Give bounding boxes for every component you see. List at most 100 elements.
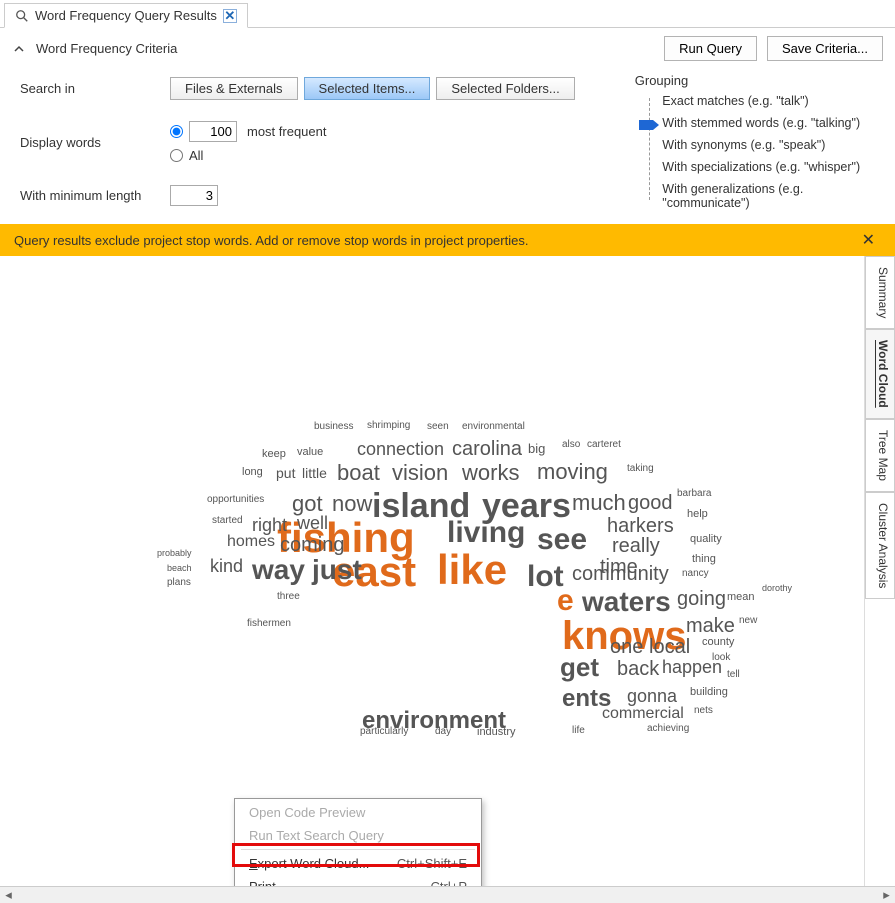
cloud-word[interactable]: boat — [337, 462, 380, 484]
cloud-word[interactable]: get — [560, 654, 599, 680]
grouping-option[interactable]: With specializations (e.g. "whisper") — [662, 160, 875, 174]
close-icon[interactable]: ✕ — [856, 230, 881, 250]
scroll-right-icon[interactable]: ▸ — [878, 887, 895, 903]
cloud-word[interactable]: put — [276, 466, 295, 480]
cloud-word[interactable]: thing — [692, 554, 716, 565]
cloud-word[interactable]: really — [612, 536, 660, 556]
tab-tree-map[interactable]: Tree Map — [865, 419, 895, 492]
cloud-word[interactable]: value — [297, 447, 323, 458]
cloud-word[interactable]: going — [677, 589, 726, 609]
save-criteria-button[interactable]: Save Criteria... — [767, 36, 883, 61]
grouping-option[interactable]: Exact matches (e.g. "talk") — [662, 94, 875, 108]
cloud-word[interactable]: little — [302, 466, 327, 480]
cloud-word[interactable]: barbara — [677, 489, 711, 499]
cloud-word[interactable]: county — [702, 637, 734, 648]
count-input[interactable] — [189, 121, 237, 142]
cloud-word[interactable]: got — [292, 493, 323, 515]
cloud-word[interactable]: life — [572, 726, 585, 736]
cloud-word[interactable]: nancy — [682, 569, 709, 579]
cloud-word[interactable]: keep — [262, 449, 286, 460]
cloud-word[interactable]: vision — [392, 462, 448, 484]
cloud-word[interactable]: gonna — [627, 687, 677, 705]
grouping-option[interactable]: With stemmed words (e.g. "talking") — [662, 116, 875, 130]
chevron-up-icon[interactable] — [12, 42, 26, 56]
cloud-word[interactable]: three — [277, 592, 300, 602]
grouping-option[interactable]: With synonyms (e.g. "speak") — [662, 138, 875, 152]
cloud-word[interactable]: opportunities — [207, 495, 264, 505]
ctx-export-word-cloud[interactable]: Export Word Cloud...Ctrl+Shift+E — [235, 852, 481, 875]
cloud-word[interactable]: right — [252, 516, 287, 534]
cloud-word[interactable]: particularly — [360, 727, 408, 737]
cloud-word[interactable]: also — [562, 440, 580, 450]
cloud-word[interactable]: just — [312, 556, 362, 584]
cloud-word[interactable]: long — [242, 467, 263, 478]
cloud-word[interactable]: connection — [357, 440, 444, 458]
cloud-word[interactable]: way — [252, 556, 305, 584]
cloud-word[interactable]: fishermen — [247, 619, 291, 629]
cloud-word[interactable]: achieving — [647, 724, 689, 734]
cloud-word[interactable]: living — [447, 518, 525, 548]
cloud-word[interactable]: one — [610, 637, 643, 657]
slider-thumb-icon[interactable] — [639, 118, 659, 128]
cloud-word[interactable]: commercial — [602, 706, 684, 722]
cloud-word[interactable]: carolina — [452, 439, 522, 459]
cloud-word[interactable]: taking — [627, 464, 654, 474]
cloud-word[interactable]: new — [739, 616, 757, 626]
min-length-input[interactable] — [170, 185, 218, 206]
cloud-word[interactable]: now — [332, 493, 372, 515]
cloud-word[interactable]: moving — [537, 461, 608, 483]
cloud-word[interactable]: good — [628, 493, 673, 513]
cloud-word[interactable]: make — [686, 616, 735, 636]
cloud-word[interactable]: waters — [582, 588, 671, 616]
cloud-word[interactable]: industry — [477, 727, 516, 738]
tab-word-cloud[interactable]: Word Cloud — [865, 329, 895, 419]
cloud-word[interactable]: see — [537, 525, 587, 555]
run-query-button[interactable]: Run Query — [664, 36, 757, 61]
scroll-left-icon[interactable]: ◂ — [0, 887, 17, 903]
cloud-word[interactable]: day — [435, 727, 451, 737]
word-cloud-canvas[interactable]: fishingeastlikeknowsislandyearslivingsee… — [0, 256, 865, 886]
tab-summary[interactable]: Summary — [865, 256, 895, 329]
cloud-word[interactable]: plans — [167, 578, 191, 588]
tab-cluster-analysis[interactable]: Cluster Analysis — [865, 492, 895, 599]
cloud-word[interactable]: seen — [427, 422, 449, 432]
cloud-word[interactable]: mean — [727, 592, 755, 603]
cloud-word[interactable]: quality — [690, 534, 722, 545]
cloud-word[interactable]: much — [572, 492, 626, 514]
cloud-word[interactable]: help — [687, 509, 708, 520]
cloud-word[interactable]: nets — [694, 706, 713, 716]
cloud-word[interactable]: beach — [167, 564, 192, 573]
selected-items-button[interactable]: Selected Items... — [304, 77, 431, 100]
cloud-word[interactable]: carteret — [587, 440, 621, 450]
cloud-word[interactable]: probably — [157, 549, 192, 558]
grouping-option[interactable]: With generalizations (e.g. "communicate"… — [662, 182, 875, 210]
cloud-word[interactable]: dorothy — [762, 584, 792, 593]
cloud-word[interactable]: shrimping — [367, 421, 410, 431]
cloud-word[interactable]: kind — [210, 557, 243, 575]
cloud-word[interactable]: e — [557, 586, 574, 616]
cloud-word[interactable]: coming — [280, 535, 344, 555]
close-icon[interactable]: ✕ — [223, 9, 237, 23]
cloud-word[interactable]: harkers — [607, 516, 674, 536]
most-frequent-radio[interactable] — [170, 125, 183, 138]
cloud-word[interactable]: community — [572, 564, 669, 584]
cloud-word[interactable]: local — [649, 637, 690, 657]
cloud-word[interactable]: homes — [227, 534, 275, 550]
cloud-word[interactable]: like — [437, 549, 507, 591]
cloud-word[interactable]: started — [212, 516, 243, 526]
ctx-print[interactable]: PrintCtrl+P — [235, 875, 481, 886]
tab-word-frequency-results[interactable]: Word Frequency Query Results ✕ — [4, 3, 248, 28]
grouping-slider[interactable] — [635, 94, 663, 204]
files-externals-button[interactable]: Files & Externals — [170, 77, 298, 100]
cloud-word[interactable]: big — [528, 442, 545, 455]
cloud-word[interactable]: environmental — [462, 422, 525, 432]
cloud-word[interactable]: building — [690, 687, 728, 698]
cloud-word[interactable]: tell — [727, 670, 740, 680]
cloud-word[interactable]: look — [712, 653, 730, 663]
cloud-word[interactable]: works — [462, 462, 519, 484]
all-radio[interactable] — [170, 149, 183, 162]
cloud-word[interactable]: back — [617, 659, 659, 679]
cloud-word[interactable]: well — [297, 514, 328, 532]
cloud-word[interactable]: business — [314, 422, 353, 432]
selected-folders-button[interactable]: Selected Folders... — [436, 77, 574, 100]
